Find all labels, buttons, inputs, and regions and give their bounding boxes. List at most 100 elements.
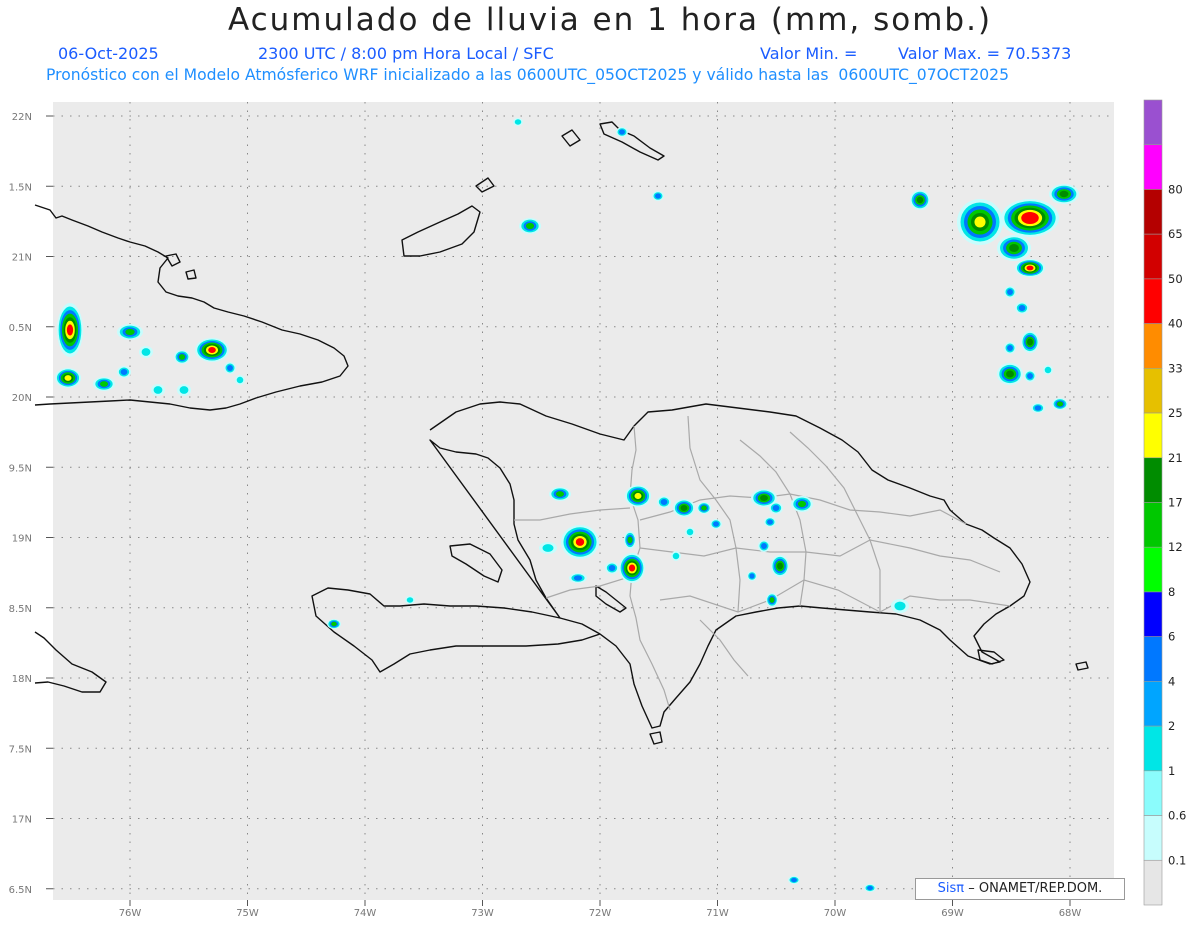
rain-contour — [767, 519, 773, 525]
lat-label: 1.5N — [9, 182, 32, 193]
rain-cell — [625, 485, 651, 507]
rain-cell — [758, 540, 770, 552]
map-title: Acumulado de lluvia en 1 hora (mm, somb.… — [227, 2, 993, 38]
header: Acumulado de lluvia en 1 hora (mm, somb.… — [0, 0, 1200, 96]
rain-cell — [195, 338, 229, 362]
forecast-date: 06-Oct-2025 — [58, 44, 159, 63]
lat-label: 21N — [12, 253, 32, 264]
lat-label: 8.5N — [9, 604, 32, 615]
rain-cell — [619, 553, 645, 583]
lat-label: 0.5N — [9, 323, 32, 334]
rain-cell — [864, 884, 876, 892]
rain-contour — [974, 216, 986, 228]
rain-cell — [405, 596, 415, 604]
rain-cell — [1052, 398, 1068, 410]
rain-cell — [957, 199, 1003, 245]
rain-cell — [605, 562, 619, 574]
rain-cell — [685, 527, 695, 537]
rain-contour — [1026, 265, 1034, 271]
rain-cell — [1021, 331, 1039, 353]
rain-contour — [672, 552, 680, 560]
rain-contour — [760, 495, 768, 501]
rain-cell — [1004, 286, 1016, 298]
rain-contour — [608, 565, 616, 571]
rain-cell — [616, 127, 628, 137]
lat-label: 9.5N — [9, 463, 32, 474]
rain-cell — [519, 218, 541, 234]
rain-contour — [628, 564, 636, 572]
rain-cell — [177, 384, 191, 396]
lat-label: 20N — [12, 393, 32, 404]
rain-cell — [151, 384, 165, 396]
rain-contour — [894, 601, 906, 611]
rain-cell — [771, 555, 789, 577]
lon-label: 76W — [119, 908, 142, 919]
rain-contour — [331, 621, 337, 627]
credit-box: Sisπ – ONAMET/REP.DOM. — [915, 878, 1125, 900]
rain-contour — [542, 544, 554, 552]
lat-label: 22N — [12, 112, 32, 123]
rain-contour — [1034, 405, 1042, 411]
credit-text: – ONAMET/REP.DOM. — [968, 881, 1103, 896]
rain-cell — [697, 502, 711, 514]
min-value: Valor Min. = — [760, 44, 858, 63]
rain-cell — [1015, 302, 1029, 314]
rain-contour — [575, 538, 585, 546]
rain-cell — [55, 368, 81, 388]
rain-contour — [777, 562, 783, 570]
rain-cell — [561, 525, 599, 559]
rain-cell — [1031, 403, 1045, 413]
rain-cell — [910, 190, 930, 210]
rain-contour — [64, 375, 72, 381]
credit-brand: Sisπ — [937, 881, 965, 896]
rain-contour — [769, 597, 775, 603]
max-value: Valor Max. = 70.5373 — [898, 44, 1072, 63]
rain-contour — [1027, 338, 1033, 346]
rain-contour — [1009, 244, 1019, 252]
rain-cell — [791, 496, 813, 512]
rain-contour — [1007, 345, 1013, 351]
rain-contour — [525, 222, 535, 230]
rain-contour — [627, 536, 633, 544]
rain-contour — [1024, 214, 1036, 222]
rain-cell — [891, 599, 909, 613]
lon-label: 75W — [236, 908, 259, 919]
rain-cell — [549, 487, 571, 501]
rain-contour — [749, 573, 755, 579]
rain-contour — [916, 196, 924, 204]
lon-label: 72W — [589, 908, 612, 919]
rain-cell — [117, 366, 131, 378]
model-info: Pronóstico con el Modelo Atmósferico WRF… — [46, 66, 1010, 84]
rain-cell — [652, 191, 664, 201]
rain-contour — [619, 129, 625, 135]
lat-label: 6.5N — [9, 885, 32, 896]
lon-label: 74W — [354, 908, 377, 919]
rain-cell — [1024, 370, 1036, 382]
rain-contour — [153, 386, 163, 394]
lat-label: 7.5N — [9, 744, 32, 755]
lat-label: 19N — [12, 534, 32, 545]
rain-cell — [57, 303, 83, 357]
rain-cell — [657, 496, 671, 508]
rain-contour — [227, 365, 233, 371]
rain-cell — [747, 571, 757, 581]
rain-cell — [1001, 199, 1059, 237]
rain-contour — [686, 528, 694, 536]
rain-cell — [624, 531, 636, 549]
plot-background — [53, 102, 1114, 900]
rain-cell — [224, 362, 236, 374]
rain-cell — [710, 519, 722, 529]
rain-contour — [797, 500, 807, 508]
rain-cell — [174, 350, 190, 364]
rain-cell — [1043, 365, 1053, 375]
rain-contour — [655, 193, 661, 199]
rain-cell — [539, 542, 557, 554]
rain-contour — [660, 499, 668, 505]
lon-label: 69W — [941, 908, 964, 919]
rain-cell — [997, 235, 1031, 261]
rain-cell — [139, 346, 153, 358]
rain-cell — [117, 324, 143, 340]
rain-cell — [671, 551, 681, 561]
rain-contour — [772, 505, 780, 511]
rain-cell — [513, 118, 523, 126]
